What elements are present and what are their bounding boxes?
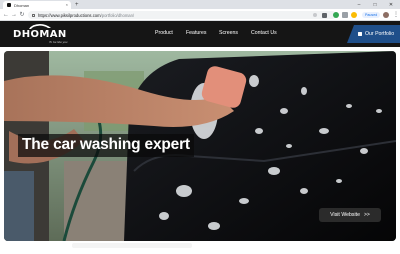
lock-icon — [32, 13, 35, 17]
address-bar[interactable]: https://www.piksilproductions.com/portfo… — [28, 11, 336, 19]
tab-close-icon[interactable]: × — [66, 3, 68, 7]
logo-name: DHOMAN — [13, 29, 67, 40]
site-header: DHOMAN To be like you Product Features S… — [0, 21, 400, 47]
nav-screens[interactable]: Screens — [219, 30, 238, 36]
visit-website-button[interactable]: Visit Website >> — [319, 208, 381, 222]
hero-title: The car washing expert — [18, 134, 194, 157]
url-path: /portfolio/dhoman/ — [100, 12, 135, 18]
extension-grey-icon[interactable] — [342, 12, 348, 18]
close-window-button[interactable]: ✕ — [384, 0, 398, 9]
url-text: https://www.piksilproductions.com/portfo… — [38, 13, 134, 18]
profile-icon[interactable] — [383, 12, 389, 18]
browser-tab[interactable]: Dhoman × — [3, 1, 71, 9]
reload-icon[interactable]: ↻ — [18, 11, 26, 19]
tab-title: Dhoman — [14, 2, 30, 8]
logo[interactable]: DHOMAN To be like you — [13, 23, 69, 45]
favicon-icon — [7, 3, 11, 7]
extension-green-icon[interactable] — [333, 12, 339, 18]
new-tab-button[interactable]: + — [75, 1, 79, 9]
portfolio-icon — [358, 32, 362, 36]
page-bottom-strip — [72, 243, 192, 248]
browser-tabstrip: Dhoman × + – □ ✕ — [0, 0, 400, 9]
back-icon[interactable]: ← — [2, 11, 10, 19]
maximize-button[interactable]: □ — [368, 0, 382, 9]
logo-tagline: To be like you — [49, 40, 68, 44]
nav-features[interactable]: Features — [186, 30, 206, 36]
star-icon[interactable] — [313, 13, 317, 17]
our-portfolio-button[interactable]: Our Portfolio — [347, 25, 400, 43]
nav-product[interactable]: Product — [155, 30, 173, 36]
extension-icon[interactable] — [322, 12, 327, 18]
paused-badge[interactable]: Paused — [362, 12, 381, 18]
forward-icon[interactable]: → — [10, 11, 18, 19]
portfolio-label: Our Portfolio — [365, 31, 395, 37]
browser-toolbar: ← → ↻ https://www.piksilproductions.com/… — [0, 9, 400, 21]
url-host: https://www.piksilproductions.com — [38, 12, 101, 18]
visit-website-label: Visit Website — [330, 212, 360, 218]
hero-banner: The car washing expert Visit Website >> — [4, 51, 396, 241]
minimize-button[interactable]: – — [352, 0, 366, 9]
double-chevron-right-icon: >> — [363, 212, 370, 218]
extension-yellow-icon[interactable] — [351, 12, 357, 18]
menu-icon[interactable]: ⋮ — [393, 11, 399, 19]
nav-contact-us[interactable]: Contact Us — [251, 30, 277, 36]
